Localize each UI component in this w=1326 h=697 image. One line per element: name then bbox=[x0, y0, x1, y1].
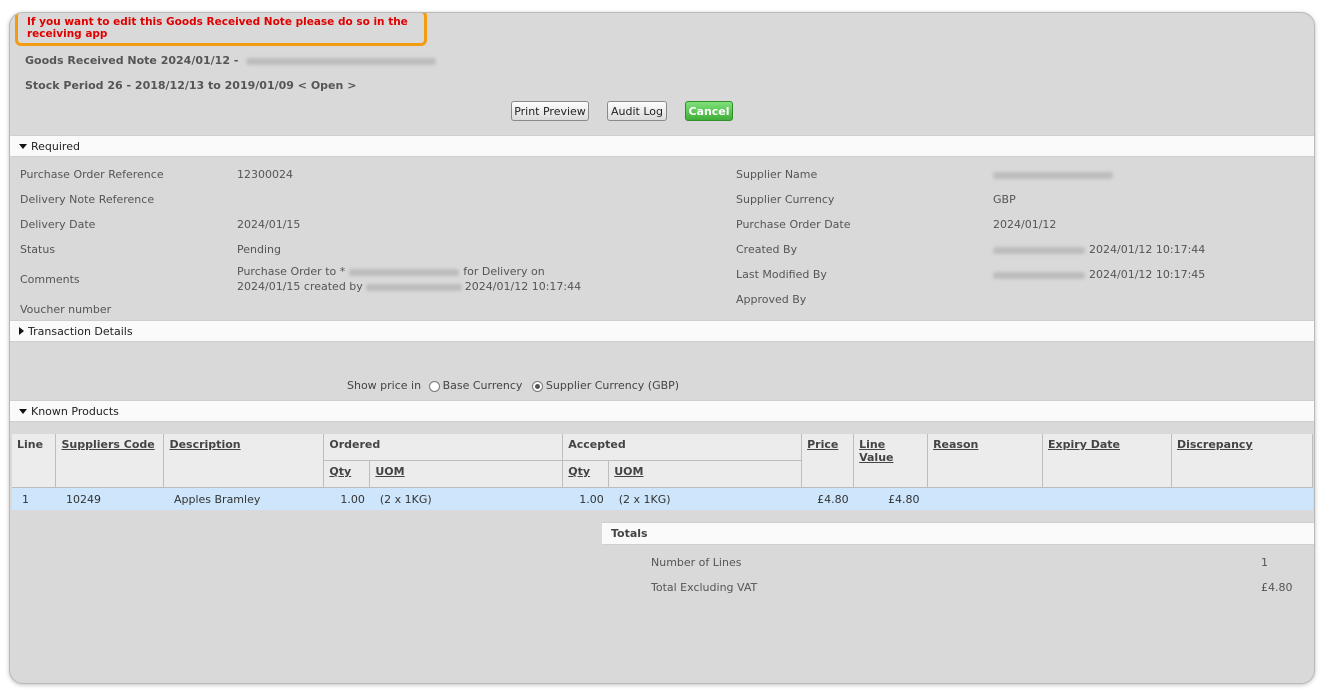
cell-accepted-qty: 1.00 bbox=[562, 487, 609, 510]
cell-ordered-qty: 1.00 bbox=[323, 487, 370, 510]
stock-period: Stock Period 26 - 2018/12/13 to 2019/01/… bbox=[25, 79, 356, 92]
cell-discrepancy bbox=[1171, 487, 1313, 510]
last-modified-timestamp: 2024/01/12 10:17:45 bbox=[1089, 268, 1206, 281]
radio-base-currency[interactable] bbox=[428, 380, 440, 392]
label-last-modified-by: Last Modified By bbox=[736, 268, 827, 281]
label-comments: Comments bbox=[20, 273, 80, 286]
radio-supplier-currency[interactable] bbox=[531, 380, 543, 392]
cell-line-value: £4.80 bbox=[853, 487, 928, 510]
stock-period-text: Stock Period 26 - 2018/12/13 to 2019/01/… bbox=[25, 79, 294, 92]
cancel-button[interactable]: Cancel bbox=[685, 101, 733, 121]
col-header-ordered-uom[interactable]: UOM bbox=[369, 460, 564, 488]
value-po-date: 2024/01/12 bbox=[993, 218, 1057, 231]
label-delivery-note-reference: Delivery Note Reference bbox=[20, 193, 155, 206]
created-by-timestamp: 2024/01/12 10:17:44 bbox=[1089, 243, 1206, 256]
cell-suppliers-code: 10249 bbox=[55, 487, 164, 510]
price-display-label: Show price in bbox=[347, 379, 422, 392]
section-transaction-details-label: Transaction Details bbox=[28, 324, 133, 338]
label-supplier-currency: Supplier Currency bbox=[736, 193, 835, 206]
label-supplier-name: Supplier Name bbox=[736, 168, 818, 181]
redacted-creator bbox=[993, 246, 1085, 254]
period-prev-link[interactable]: < bbox=[298, 79, 307, 92]
caret-right-icon bbox=[19, 327, 24, 335]
value-last-modified-by: 2024/01/12 10:17:45 bbox=[993, 268, 1205, 281]
col-header-accepted-uom[interactable]: UOM bbox=[608, 460, 803, 488]
period-next-link[interactable]: > bbox=[347, 79, 356, 92]
comments-line1-b: for Delivery on bbox=[463, 265, 545, 278]
col-header-ordered: Ordered bbox=[323, 434, 564, 461]
value-supplier-name bbox=[993, 168, 1113, 181]
col-header-discrepancy[interactable]: Discrepancy bbox=[1171, 434, 1314, 488]
cell-ordered-uom: (2 x 1KG) bbox=[369, 487, 563, 510]
section-known-products-label: Known Products bbox=[31, 404, 119, 418]
period-status: Open bbox=[310, 79, 344, 92]
redacted-user-name bbox=[365, 283, 462, 291]
comments-line2-b: 2024/01/12 10:17:44 bbox=[464, 280, 582, 293]
grn-title: Goods Received Note 2024/01/12 - bbox=[25, 54, 437, 67]
comments-line1-a: Purchase Order to * bbox=[237, 265, 346, 278]
col-header-suppliers-code[interactable]: Suppliers Code bbox=[55, 434, 165, 488]
comments-line2-a: 2024/01/15 created by bbox=[237, 280, 363, 293]
value-total-ex-vat: £4.80 bbox=[1261, 581, 1293, 594]
value-number-of-lines: 1 bbox=[1261, 556, 1268, 569]
value-po-reference: 12300024 bbox=[237, 168, 293, 181]
caret-down-icon bbox=[19, 143, 27, 149]
totals-header: Totals bbox=[602, 522, 1314, 545]
col-header-description[interactable]: Description bbox=[163, 434, 325, 488]
audit-log-button[interactable]: Audit Log bbox=[607, 101, 667, 121]
radio-supplier-currency-label[interactable]: Supplier Currency (GBP) bbox=[546, 379, 679, 392]
value-comments-line2: 2024/01/15 created by 2024/01/12 10:17:44 bbox=[237, 280, 581, 293]
value-supplier-currency: GBP bbox=[993, 193, 1016, 206]
value-delivery-date: 2024/01/15 bbox=[237, 218, 301, 231]
label-total-ex-vat: Total Excluding VAT bbox=[651, 581, 758, 594]
redacted-supplier-name bbox=[349, 268, 460, 276]
caret-down-icon-2 bbox=[19, 408, 27, 414]
section-transaction-details-toggle[interactable]: Transaction Details bbox=[10, 320, 1314, 342]
edit-warning-banner: If you want to edit this Goods Received … bbox=[15, 13, 427, 46]
grn-title-text: Goods Received Note 2024/01/12 - bbox=[25, 54, 239, 67]
col-header-price[interactable]: Price bbox=[801, 434, 855, 488]
redacted-supplier-name-2 bbox=[993, 171, 1113, 179]
label-approved-by: Approved By bbox=[736, 293, 807, 306]
col-header-reason[interactable]: Reason bbox=[927, 434, 1044, 488]
label-number-of-lines: Number of Lines bbox=[651, 556, 742, 569]
col-header-line-value[interactable]: Line Value bbox=[853, 434, 929, 488]
value-comments-line1: Purchase Order to * for Delivery on bbox=[237, 265, 545, 278]
cell-description: Apples Bramley bbox=[163, 487, 324, 510]
label-delivery-date: Delivery Date bbox=[20, 218, 96, 231]
value-created-by: 2024/01/12 10:17:44 bbox=[993, 243, 1205, 256]
section-required-label: Required bbox=[31, 139, 80, 153]
label-po-reference: Purchase Order Reference bbox=[20, 168, 164, 181]
table-row[interactable]: 1 10249 Apples Bramley 1.00 (2 x 1KG) 1.… bbox=[12, 487, 1313, 510]
col-header-line: Line bbox=[12, 434, 57, 488]
label-voucher-number: Voucher number bbox=[20, 303, 112, 316]
known-products-table: Line Suppliers Code Description Ordered … bbox=[12, 434, 1314, 510]
cell-accepted-uom: (2 x 1KG) bbox=[608, 487, 802, 510]
col-header-accepted: Accepted bbox=[562, 434, 803, 461]
col-header-ordered-qty[interactable]: Qty bbox=[323, 460, 371, 488]
label-po-date: Purchase Order Date bbox=[736, 218, 851, 231]
print-preview-button[interactable]: Print Preview bbox=[511, 101, 589, 121]
section-required-toggle[interactable]: Required bbox=[10, 135, 1314, 157]
label-created-by: Created By bbox=[736, 243, 798, 256]
section-known-products-toggle[interactable]: Known Products bbox=[10, 400, 1314, 422]
redacted-modifier bbox=[993, 271, 1085, 279]
value-status: Pending bbox=[237, 243, 281, 256]
grn-panel: If you want to edit this Goods Received … bbox=[9, 12, 1315, 684]
radio-base-currency-label[interactable]: Base Currency bbox=[443, 379, 523, 392]
cell-price: £4.80 bbox=[801, 487, 854, 510]
col-header-accepted-qty[interactable]: Qty bbox=[562, 460, 610, 488]
cell-line: 1 bbox=[12, 487, 56, 510]
cell-reason bbox=[927, 487, 1043, 510]
label-status: Status bbox=[20, 243, 56, 256]
cell-expiry-date bbox=[1042, 487, 1172, 510]
redacted-supplier bbox=[246, 57, 437, 65]
col-header-expiry-date[interactable]: Expiry Date bbox=[1042, 434, 1172, 488]
price-display-options: Show price in Base Currency Supplier Cur… bbox=[347, 379, 679, 392]
